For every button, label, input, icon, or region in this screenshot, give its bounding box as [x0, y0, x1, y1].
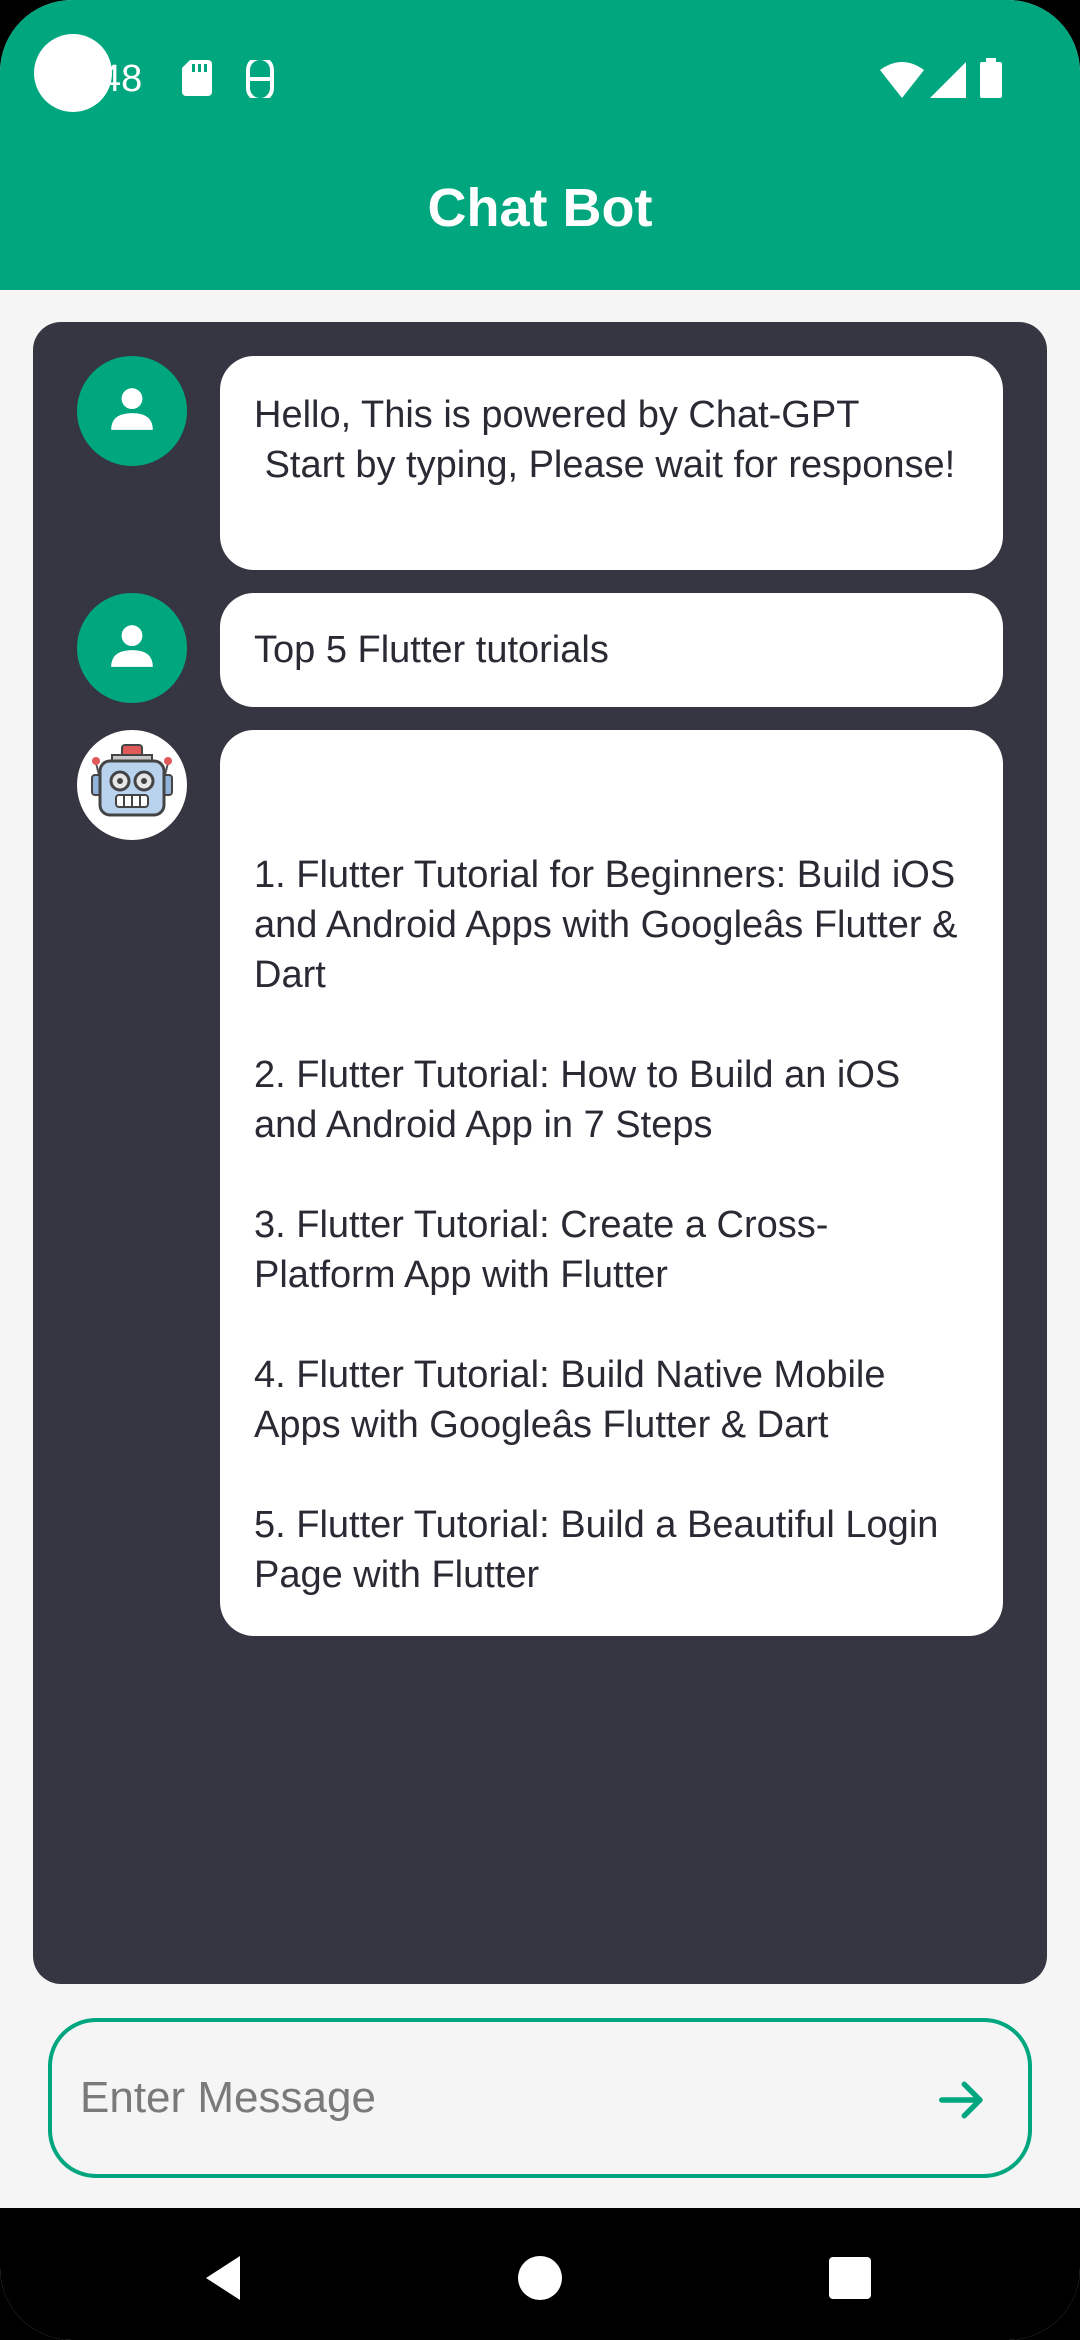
status-time: 48 [100, 58, 143, 100]
user-avatar [77, 356, 187, 466]
person-icon [107, 621, 157, 676]
circle-home-icon [510, 2256, 570, 2312]
send-button[interactable] [926, 2066, 998, 2138]
system-nav-bar [0, 2208, 1080, 2340]
app-bar: Chat Bot [0, 166, 1080, 290]
arrow-right-icon [935, 2073, 989, 2132]
square-recents-icon [820, 2257, 880, 2312]
cell-signal-icon [930, 62, 966, 103]
battery-icon [980, 58, 1002, 103]
robot-icon [84, 735, 180, 836]
sd-card-icon [182, 60, 212, 101]
message-input[interactable] [80, 2062, 900, 2134]
debug-icon [244, 56, 276, 103]
wifi-icon [880, 62, 924, 103]
person-icon [107, 384, 157, 439]
user-avatar [77, 593, 187, 703]
message-bubble: Hello, This is powered by Chat-GPT Start… [220, 356, 1003, 570]
message-input-container [48, 2018, 1032, 2178]
message-bubble: 1. Flutter Tutorial for Beginners: Build… [220, 730, 1003, 1636]
page-title: Chat Bot [427, 178, 653, 238]
message-bubble: Top 5 Flutter tutorials [220, 593, 1003, 707]
nav-recents-button[interactable] [820, 2248, 880, 2308]
nav-home-button[interactable] [510, 2248, 570, 2308]
device-screen: 48 Chat Bot Hello, This is powered by Ch… [0, 0, 1080, 2340]
nav-back-button[interactable] [196, 2248, 256, 2308]
triangle-back-icon [196, 2256, 256, 2312]
bot-avatar [77, 730, 187, 840]
chat-panel[interactable]: Hello, This is powered by Chat-GPT Start… [33, 322, 1047, 1984]
status-bar: 48 [0, 0, 1080, 166]
